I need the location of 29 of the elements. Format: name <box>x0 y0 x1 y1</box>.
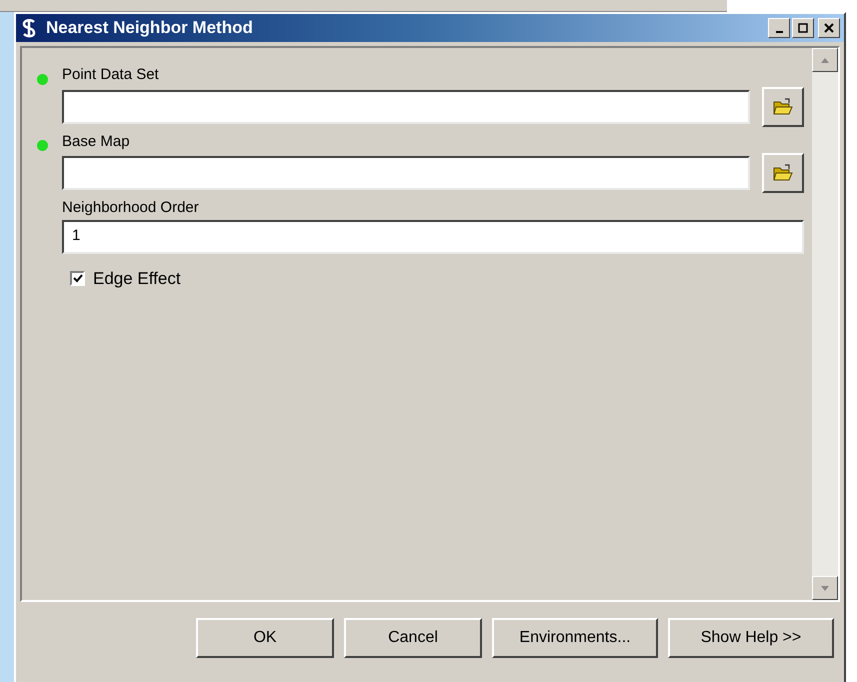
open-folder-icon <box>773 98 793 116</box>
window-title: Nearest Neighbor Method <box>46 17 254 40</box>
input-field[interactable] <box>62 156 750 190</box>
maximize-icon <box>798 23 808 33</box>
checkbox[interactable] <box>70 270 85 286</box>
close-button[interactable] <box>818 18 840 38</box>
dialog-button[interactable]: Show Help >> <box>668 618 834 658</box>
input-field[interactable]: 1 <box>62 220 804 254</box>
browse-button[interactable] <box>762 86 804 126</box>
input-field[interactable] <box>62 90 750 124</box>
up-arrow-icon <box>821 58 829 62</box>
app-icon <box>20 18 38 38</box>
field-label: Neighborhood Order <box>62 198 199 218</box>
down-arrow-icon <box>821 586 829 590</box>
scrollbar[interactable] <box>812 48 838 600</box>
field-label: Base Map <box>62 132 130 152</box>
close-icon <box>824 23 834 33</box>
scroll-down-button[interactable] <box>812 576 838 600</box>
minimize-button[interactable] <box>768 18 790 38</box>
dialog-button[interactable]: OK <box>196 618 334 658</box>
maximize-button[interactable] <box>792 18 814 38</box>
dialog-button[interactable]: Cancel <box>344 618 482 658</box>
minimize-icon <box>776 30 782 32</box>
field-label: Point Data Set <box>62 65 159 85</box>
checkbox-label: Edge Effect <box>93 268 181 290</box>
browse-button[interactable] <box>762 153 804 193</box>
scroll-up-button[interactable] <box>812 48 838 72</box>
open-folder-icon <box>773 164 793 182</box>
dialog-button[interactable]: Environments... <box>492 618 658 658</box>
